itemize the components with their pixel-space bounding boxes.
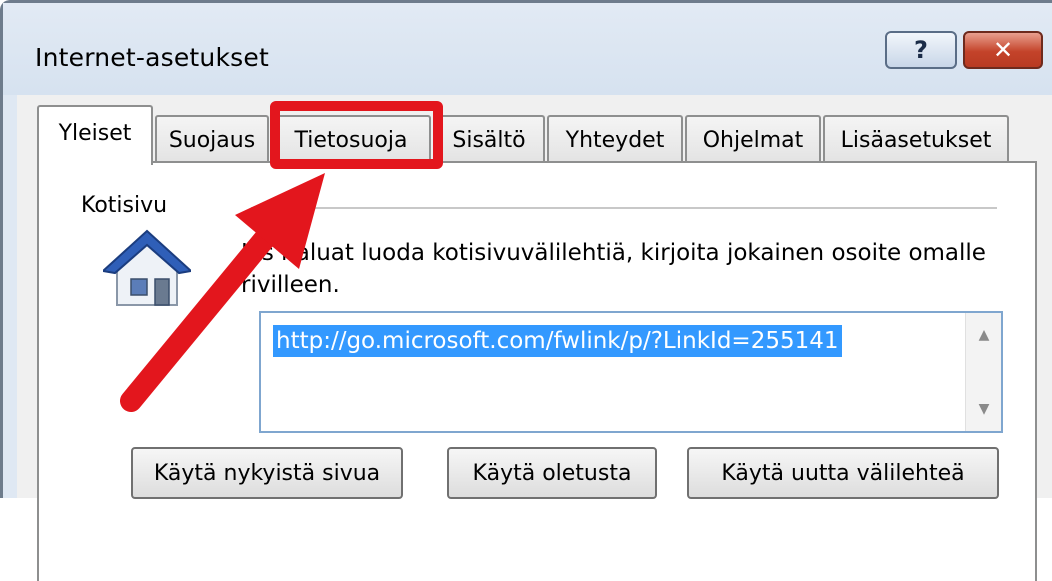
annotation-arrow-icon [120, 173, 325, 412]
tab-highlight-box [270, 101, 443, 169]
internet-options-window: Internet-asetukset ? ✕ Yleiset Suojaus T… [0, 0, 1052, 581]
